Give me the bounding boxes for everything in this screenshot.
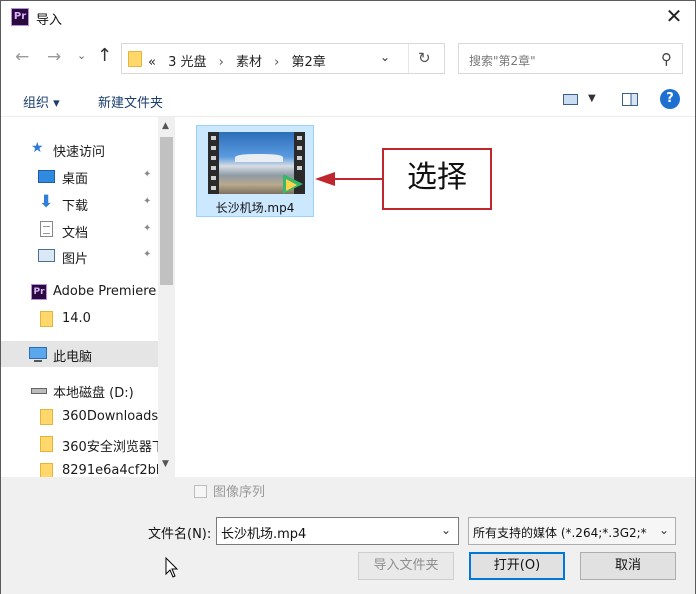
annotation-arrow-icon [315, 172, 335, 186]
sidebar-item-label: 此电脑 [53, 350, 93, 365]
window-title: 导入 [36, 13, 63, 28]
media-player-icon-inner [286, 179, 297, 191]
premiere-app-icon: Pr [11, 8, 29, 26]
sidebar-item-quick-access[interactable]: ★ 快速访问 [1, 136, 158, 162]
annotation-arrow-line [335, 178, 383, 180]
folder-icon [40, 436, 53, 452]
sidebar-item-label: Adobe Premiere [53, 284, 157, 299]
folder-icon [128, 51, 142, 67]
scroll-up-icon[interactable]: ▲ [162, 121, 169, 131]
breadcrumb-item-disc[interactable]: 3 光盘 [168, 55, 206, 70]
import-folder-button[interactable]: 导入文件夹 [358, 552, 454, 580]
document-icon [40, 221, 53, 237]
sidebar-item-this-pc[interactable]: 此电脑 [1, 341, 158, 367]
search-icon[interactable]: ⚲ [661, 50, 672, 68]
dialog-footer: 图像序列 文件名(N): 长沙机场.mp4 ⌄ 所有支持的媒体 (*.264;*… [1, 477, 695, 594]
sidebar-item-label: 下载 [62, 199, 89, 214]
pin-icon[interactable]: ✦ [143, 249, 151, 260]
help-icon[interactable]: ? [660, 89, 680, 109]
filename-label: 文件名(N): [148, 527, 212, 542]
up-arrow-icon[interactable]: ↑ [97, 45, 112, 66]
pictures-icon [38, 249, 55, 262]
filename-value[interactable]: 长沙机场.mp4 [221, 523, 306, 542]
sidebar-item-label: 360Downloads [62, 409, 159, 424]
sidebar-item-downloads[interactable]: ⬇ 下载 ✦ [1, 190, 158, 216]
sidebar-item-360downloads[interactable]: 360Downloads [1, 404, 158, 430]
refresh-icon[interactable]: ↻ [418, 49, 431, 67]
sidebar-item-adobe-premiere[interactable]: Pr Adobe Premiere [1, 279, 158, 305]
drive-icon [31, 388, 47, 394]
sidebar-item-label: 桌面 [62, 172, 89, 187]
computer-icon [29, 347, 47, 362]
breadcrumb-item-chapter2[interactable]: 第2章 [292, 55, 326, 70]
change-view-icon[interactable] [563, 94, 578, 105]
preview-pane-icon[interactable] [622, 93, 638, 106]
breadcrumb: « 3 光盘 › 素材 › 第2章 [148, 51, 334, 70]
pin-icon[interactable]: ✦ [143, 169, 151, 180]
folder-icon [40, 409, 53, 425]
sidebar-item-label: 文档 [62, 226, 89, 241]
terminal-roof-shape [235, 154, 283, 162]
back-arrow-icon[interactable]: ← [15, 47, 29, 67]
sidebar-item-label: 图片 [62, 252, 89, 267]
search-box[interactable]: 搜索"第2章" ⚲ [458, 43, 683, 74]
recent-locations-chevron-icon[interactable]: ⌄ [77, 49, 86, 62]
sidebar-item-8291e6a4cf2bb[interactable]: 8291e6a4cf2bb [1, 458, 164, 477]
file-item-video[interactable]: 长沙机场.mp4 [196, 125, 314, 217]
sidebar-item-label: 快速访问 [53, 145, 106, 160]
sidebar-scrollbar[interactable]: ▲ ▼ [158, 117, 175, 477]
open-button[interactable]: 打开(O) [469, 552, 565, 580]
pin-icon[interactable]: ✦ [143, 196, 151, 207]
folder-icon [40, 311, 53, 327]
mouse-cursor-icon [165, 557, 179, 578]
download-icon: ⬇ [39, 192, 54, 212]
sidebar-item-local-disk-d[interactable]: 本地磁盘 (D:) [1, 377, 158, 403]
navigation-bar: ← → ⌄ ↑ « 3 光盘 › 素材 › 第2章 ⌄ ↻ 搜索"第2章" ⚲ [1, 39, 695, 77]
sidebar-item-pictures[interactable]: 图片 ✦ [1, 243, 158, 269]
cancel-button[interactable]: 取消 [580, 552, 676, 580]
filename-field[interactable]: 长沙机场.mp4 ⌄ [216, 517, 459, 545]
close-button[interactable]: ✕ [659, 4, 689, 30]
desktop-icon [38, 170, 55, 183]
star-icon: ★ [31, 140, 44, 156]
sidebar-item-label: 14.0 [62, 311, 91, 326]
address-dropdown-icon[interactable]: ⌄ [380, 50, 390, 64]
file-type-value[interactable]: 所有支持的媒体 (*.264;*.3G2;* [473, 524, 647, 541]
annotation-callout: 选择 [382, 148, 492, 210]
sidebar-item-documents[interactable]: 文档 ✦ [1, 217, 158, 243]
command-bar: 组织 ▾ 新建文件夹 ▼ ? [1, 83, 695, 117]
breadcrumb-separator-icon[interactable]: › [274, 55, 279, 70]
sidebar-item-360-browser[interactable]: 360安全浏览器下 [1, 431, 165, 457]
view-options-dropdown-icon[interactable]: ▼ [588, 93, 596, 104]
file-type-dropdown-icon[interactable]: ⌄ [659, 523, 669, 537]
organize-menu-button[interactable]: 组织 ▾ [23, 92, 60, 111]
new-folder-button[interactable]: 新建文件夹 [98, 92, 163, 111]
import-dialog: Pr 导入 ✕ ← → ⌄ ↑ « 3 光盘 › 素材 › 第2章 ⌄ ↻ 搜索… [0, 0, 696, 594]
address-bar[interactable]: « 3 光盘 › 素材 › 第2章 ⌄ ↻ [121, 43, 445, 74]
title-bar: Pr 导入 ✕ [1, 1, 695, 33]
scroll-down-icon[interactable]: ▼ [162, 459, 169, 469]
forward-arrow-icon[interactable]: → [47, 47, 61, 67]
sidebar-item-label: 本地磁盘 (D:) [53, 386, 134, 401]
scrollbar-thumb[interactable] [160, 137, 173, 285]
sidebar-item-desktop[interactable]: 桌面 ✦ [1, 163, 158, 189]
film-strip [208, 132, 219, 194]
navigation-pane: ★ 快速访问 桌面 ✦ ⬇ 下载 ✦ 文档 ✦ 图片 ✦ Pr Adobe Pr… [1, 117, 175, 477]
divider [408, 44, 409, 73]
breadcrumb-item-materials[interactable]: 素材 [236, 55, 262, 70]
file-name-label: 长沙机场.mp4 [215, 201, 295, 215]
breadcrumb-separator-icon[interactable]: › [219, 55, 224, 70]
filename-dropdown-icon[interactable]: ⌄ [441, 523, 451, 537]
breadcrumb-overflow[interactable]: « [148, 55, 156, 70]
image-sequence-label: 图像序列 [213, 485, 266, 500]
pin-icon[interactable]: ✦ [143, 223, 151, 234]
premiere-icon: Pr [31, 284, 47, 300]
sidebar-item-14-0[interactable]: 14.0 [1, 306, 158, 332]
sidebar-item-label: 360安全浏览器下 [62, 440, 165, 455]
image-sequence-checkbox[interactable] [194, 485, 207, 498]
sidebar-item-label: 8291e6a4cf2bb [62, 463, 165, 477]
folder-icon [40, 463, 53, 477]
file-type-select[interactable]: 所有支持的媒体 (*.264;*.3G2;* ⌄ [468, 517, 676, 545]
search-input[interactable]: 搜索"第2章" [469, 52, 536, 69]
